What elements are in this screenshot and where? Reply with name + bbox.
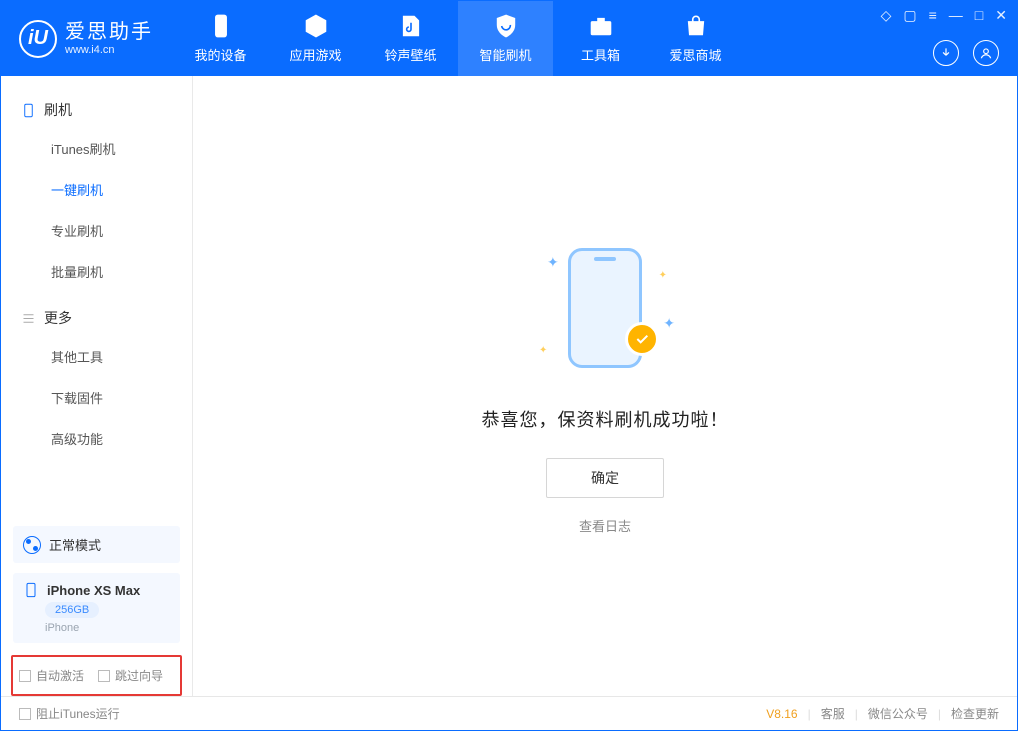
nav-label: 工具箱	[581, 45, 620, 64]
sidebar-group-flash: 刷机	[1, 90, 192, 128]
cube-icon	[303, 13, 329, 39]
music-file-icon	[398, 13, 424, 39]
device-panel: 正常模式 iPhone XS Max 256GB iPhone	[1, 526, 192, 655]
group-label: 刷机	[44, 100, 72, 120]
shield-refresh-icon	[493, 13, 519, 39]
mode-icon	[23, 536, 41, 554]
sidebar-item-itunes-flash[interactable]: iTunes刷机	[1, 128, 192, 169]
logo-icon: iU	[19, 20, 57, 58]
sidebar-group-more: 更多	[1, 298, 192, 336]
version-label: V8.16	[766, 707, 797, 721]
app-title: 爱思助手	[65, 20, 153, 44]
nav-label: 爱思商城	[669, 45, 721, 64]
main-content: ✦ ✦ ✦ ✦ 恭喜您，保资料刷机成功啦！ 确定 查看日志	[193, 76, 1017, 696]
app-subtitle: www.i4.cn	[65, 44, 153, 57]
phone-outline-icon	[21, 103, 36, 118]
nav-apps[interactable]: 应用游戏	[268, 1, 363, 76]
header-actions	[933, 40, 999, 66]
sidebar-item-oneclick-flash[interactable]: 一键刷机	[1, 169, 192, 210]
download-button[interactable]	[933, 40, 959, 66]
success-message: 恭喜您，保资料刷机成功啦！	[482, 406, 729, 432]
checkbox-icon	[19, 708, 31, 720]
app-logo: iU 爱思助手 www.i4.cn	[1, 20, 173, 58]
minimize-button[interactable]: —	[949, 7, 963, 24]
maximize-button[interactable]: □	[975, 7, 983, 24]
nav-label: 铃声壁纸	[384, 45, 436, 64]
checkbox-label: 跳过向导	[115, 667, 163, 684]
sparkle-icon: ✦	[539, 345, 547, 356]
check-badge-icon	[625, 322, 659, 356]
success-illustration: ✦ ✦ ✦ ✦	[535, 238, 675, 378]
app-body: 刷机 iTunes刷机 一键刷机 专业刷机 批量刷机 更多 其他工具 下载固件 …	[1, 76, 1017, 696]
list-icon	[21, 311, 36, 326]
checkbox-stop-itunes[interactable]: 阻止iTunes运行	[19, 705, 120, 722]
phone-icon	[23, 582, 39, 598]
support-link[interactable]: 客服	[821, 705, 845, 722]
account-button[interactable]	[973, 40, 999, 66]
group-label: 更多	[44, 308, 72, 328]
menu-icon[interactable]: ≡	[929, 7, 937, 24]
sidebar-item-pro-flash[interactable]: 专业刷机	[1, 210, 192, 251]
flash-options-row: 自动激活 跳过向导	[11, 655, 182, 696]
checkbox-auto-activate[interactable]: 自动激活	[19, 667, 84, 684]
sidebar-item-other-tools[interactable]: 其他工具	[1, 336, 192, 377]
sidebar-item-download-firmware[interactable]: 下载固件	[1, 377, 192, 418]
app-header: iU 爱思助手 www.i4.cn 我的设备 应用游戏 铃声壁纸 智能刷机 工具…	[1, 1, 1017, 76]
view-log-link[interactable]: 查看日志	[579, 516, 631, 535]
top-nav: 我的设备 应用游戏 铃声壁纸 智能刷机 工具箱 爱思商城	[173, 1, 743, 76]
close-button[interactable]: ✕	[995, 7, 1007, 24]
check-update-link[interactable]: 检查更新	[951, 705, 999, 722]
nav-label: 智能刷机	[479, 45, 531, 64]
checkbox-label: 自动激活	[36, 667, 84, 684]
nav-toolbox[interactable]: 工具箱	[553, 1, 648, 76]
device-capacity: 256GB	[45, 602, 99, 618]
device-icon	[208, 13, 234, 39]
device-type: iPhone	[45, 622, 170, 634]
checkbox-label: 阻止iTunes运行	[36, 705, 120, 722]
sparkle-icon: ✦	[547, 254, 559, 271]
sidebar-item-advanced[interactable]: 高级功能	[1, 418, 192, 459]
device-info[interactable]: iPhone XS Max 256GB iPhone	[13, 573, 180, 643]
mode-label: 正常模式	[49, 535, 101, 554]
device-name: iPhone XS Max	[47, 583, 140, 598]
nav-ringtones[interactable]: 铃声壁纸	[363, 1, 458, 76]
sparkle-icon: ✦	[663, 315, 675, 332]
sparkle-icon: ✦	[659, 270, 667, 281]
wechat-link[interactable]: 微信公众号	[868, 705, 928, 722]
nav-my-device[interactable]: 我的设备	[173, 1, 268, 76]
checkbox-icon	[19, 670, 31, 682]
nav-label: 我的设备	[194, 45, 246, 64]
device-mode[interactable]: 正常模式	[13, 526, 180, 563]
nav-flash[interactable]: 智能刷机	[458, 1, 553, 76]
status-bar: 阻止iTunes运行 V8.16 | 客服 | 微信公众号 | 检查更新	[1, 696, 1017, 730]
bag-icon	[683, 13, 709, 39]
sidebar-item-batch-flash[interactable]: 批量刷机	[1, 251, 192, 292]
nav-store[interactable]: 爱思商城	[648, 1, 743, 76]
sidebar: 刷机 iTunes刷机 一键刷机 专业刷机 批量刷机 更多 其他工具 下载固件 …	[1, 76, 193, 696]
ok-button[interactable]: 确定	[546, 458, 664, 498]
tshirt-icon[interactable]: ◇	[881, 7, 892, 24]
feedback-icon[interactable]: ▢	[903, 7, 916, 24]
briefcase-icon	[588, 13, 614, 39]
window-controls: ◇ ▢ ≡ — □ ✕	[881, 7, 1007, 24]
nav-label: 应用游戏	[289, 45, 341, 64]
checkbox-skip-guide[interactable]: 跳过向导	[98, 667, 163, 684]
checkbox-icon	[98, 670, 110, 682]
